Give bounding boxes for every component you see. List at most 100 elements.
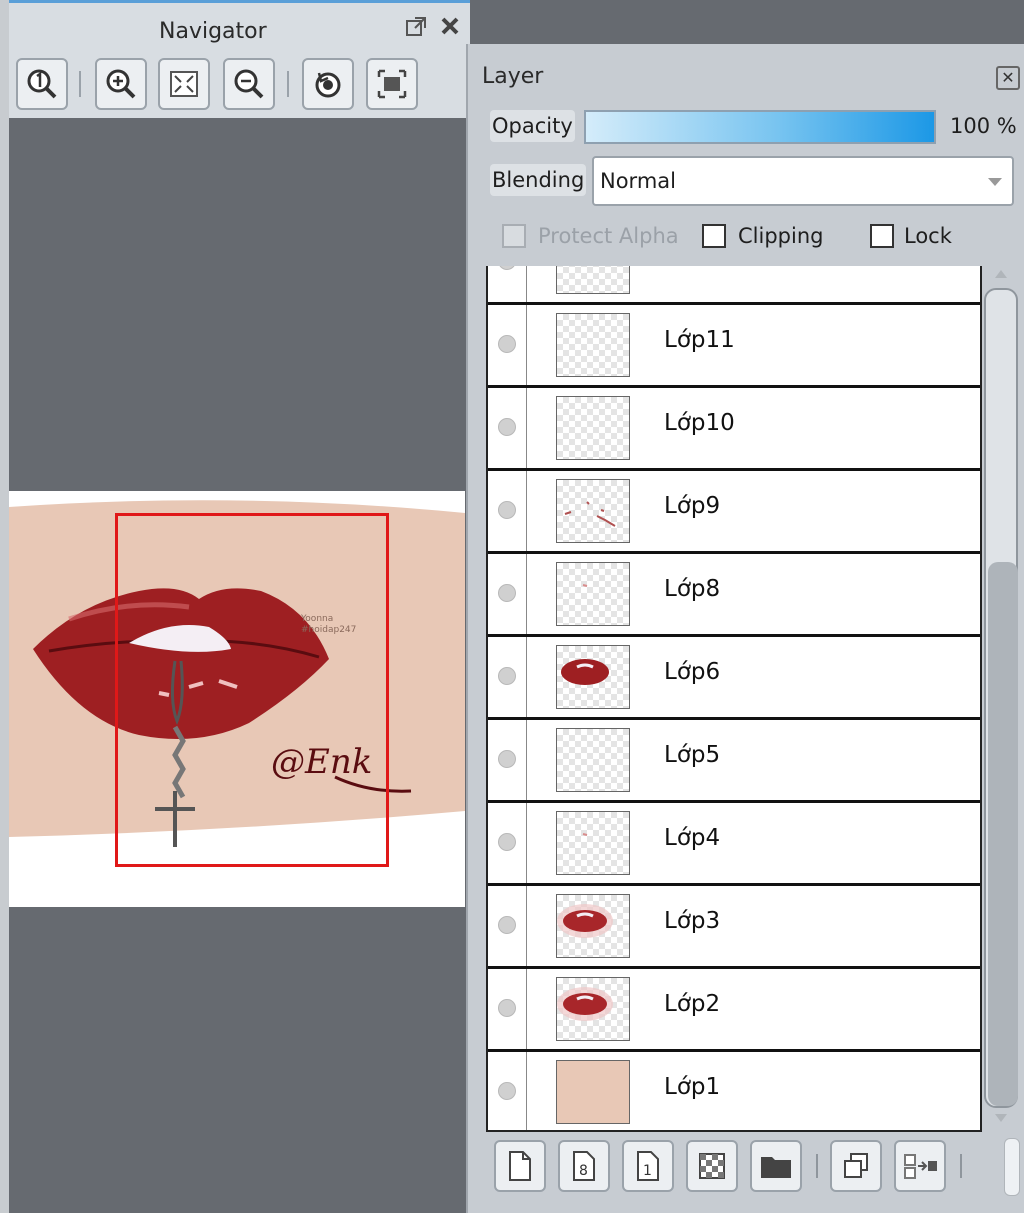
duplicate-layer-button[interactable] [830,1140,882,1192]
layer-row[interactable]: Lớp3 [488,886,980,969]
new-halftone-layer-button[interactable] [686,1140,738,1192]
visibility-toggle[interactable] [488,266,527,302]
svg-text:1: 1 [643,1163,652,1179]
layer-row[interactable]: Lớp9 [488,471,980,554]
popout-icon[interactable] [402,15,430,43]
new-1bit-layer-icon: 1 [637,1151,659,1181]
blending-label: Blending [490,164,587,196]
svg-text:8: 8 [579,1163,588,1179]
lock-checkbox[interactable] [870,224,894,248]
visibility-toggle[interactable] [488,803,527,883]
opacity-label: Opacity [490,110,575,142]
visibility-toggle[interactable] [488,471,527,551]
layer-row-partial[interactable] [488,266,980,305]
layer-row[interactable]: Lớp11 [488,305,980,388]
panel-edge [0,0,9,1213]
eye-icon [498,667,516,685]
eye-icon [498,1082,516,1100]
new-1bit-layer-button[interactable]: 1 [622,1140,674,1192]
opacity-value[interactable]: 100 % [950,114,1017,138]
layer-row[interactable]: Lớp1 [488,1052,980,1130]
eye-icon [498,833,516,851]
panel-grip[interactable] [1004,1138,1020,1196]
visibility-toggle[interactable] [488,720,527,800]
visibility-toggle[interactable] [488,1052,527,1130]
clipping-label: Clipping [738,224,824,248]
zoom-actual-icon [27,69,57,99]
layer-name: Lớp1 [664,1074,721,1100]
canvas-preview[interactable]: Yoonna #hoidap247 @Enk [9,491,465,907]
zoom-out-button[interactable] [223,58,275,110]
toolbar-separator [79,71,81,97]
layer-name: Lớp4 [664,825,721,851]
layer-name: Lớp8 [664,576,721,602]
layer-thumbnail [556,396,630,460]
scroll-track[interactable] [984,288,1018,1108]
visibility-toggle[interactable] [488,637,527,717]
eye-icon [498,584,516,602]
zoom-in-icon [106,69,136,99]
fit-window-button[interactable] [366,58,418,110]
visibility-toggle[interactable] [488,886,527,966]
layer-thumbnail [556,645,630,709]
close-icon[interactable]: ✕ [996,66,1020,90]
layer-row[interactable]: Lớp2 [488,969,980,1052]
navigator-panel: Navigator Yoonna #hoidap247 @Enk [0,0,470,1213]
navigator-header: Navigator [9,0,470,118]
visibility-toggle[interactable] [488,969,527,1049]
new-raster-layer-icon [509,1151,531,1181]
layer-name: Lớp2 [664,991,721,1017]
zoom-out-icon [234,69,264,99]
opacity-slider[interactable] [584,110,936,144]
scroll-down-icon[interactable] [995,1114,1007,1122]
toolbar-separator [960,1154,962,1178]
layer-panel: Layer ✕ Opacity 100 % Blending Normal Pr… [466,44,1024,1213]
scroll-thumb[interactable] [988,562,1018,1106]
protect-alpha-label: Protect Alpha [538,224,679,248]
layer-name: Lớp11 [664,327,735,353]
layer-thumbnail [556,728,630,792]
zoom-in-button[interactable] [95,58,147,110]
new-raster-layer-button[interactable] [494,1140,546,1192]
layer-name: Lớp9 [664,493,721,519]
clipping-checkbox[interactable] [702,224,726,248]
layer-name: Lớp5 [664,742,721,768]
new-folder-button[interactable] [750,1140,802,1192]
rotate-reset-button[interactable] [302,58,354,110]
protect-alpha-checkbox[interactable] [502,224,526,248]
blending-value: Normal [600,169,676,193]
layer-thumbnail [556,977,630,1041]
visibility-toggle[interactable] [488,554,527,634]
lock-label: Lock [904,224,952,248]
viewport-rectangle[interactable] [115,513,389,867]
visibility-toggle[interactable] [488,305,527,385]
merge-down-button[interactable] [894,1140,946,1192]
fit-window-icon [377,69,407,99]
blending-select[interactable]: Normal [592,156,1014,206]
visibility-toggle[interactable] [488,388,527,468]
zoom-actual-button[interactable] [16,58,68,110]
layer-name: Lớp3 [664,908,721,934]
layer-list[interactable]: Lớp11 Lớp10 Lớp9 Lớp8 Lớp6 Lớp5 Lớp4 Lớp3 Lớp2 Lớ… [486,266,982,1132]
scroll-up-icon[interactable] [995,270,1007,278]
layer-scrollbar[interactable] [984,266,1020,1132]
toolbar-separator [816,1154,818,1178]
layer-row[interactable]: Lớp4 [488,803,980,886]
layer-thumbnail [556,313,630,377]
layer-row[interactable]: Lớp10 [488,388,980,471]
layer-row[interactable]: Lớp6 [488,637,980,720]
layer-thumbnail [556,479,630,543]
layer-thumbnail [556,266,630,294]
close-icon[interactable] [436,15,464,43]
layer-name: Lớp6 [664,659,721,685]
layer-thumbnail [556,562,630,626]
rotate-reset-icon [315,72,341,98]
new-halftone-layer-icon [699,1153,725,1179]
fit-screen-button[interactable] [158,58,210,110]
eye-icon [498,335,516,353]
new-8bit-layer-button[interactable]: 8 [558,1140,610,1192]
layer-row[interactable]: Lớp5 [488,720,980,803]
toolbar-separator [287,71,289,97]
layer-panel-title: Layer [482,64,544,89]
layer-row[interactable]: Lớp8 [488,554,980,637]
